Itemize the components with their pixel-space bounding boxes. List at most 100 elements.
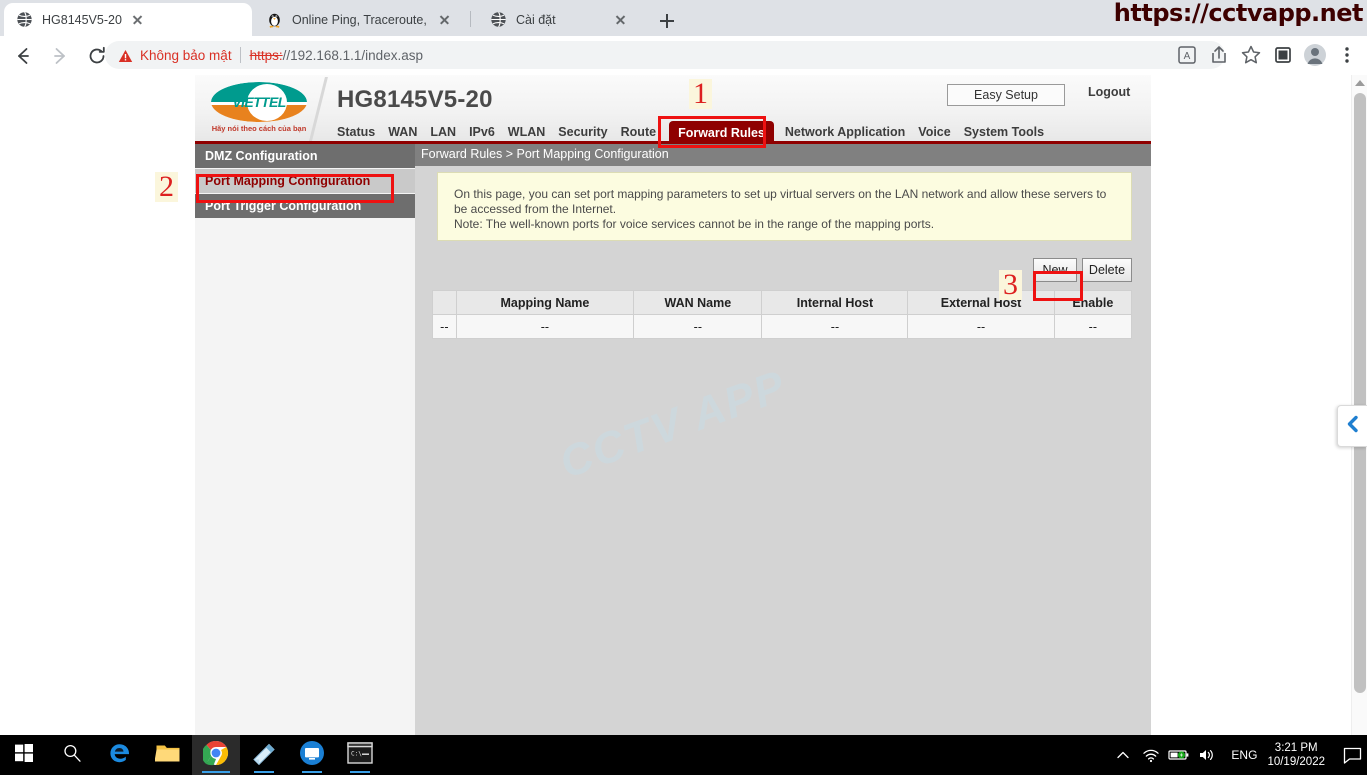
svg-text:A: A [1184,51,1191,62]
globe-icon [16,11,33,28]
browser-tab-1[interactable]: HG8145V5-20 [4,3,252,36]
annotation-box-1 [658,116,766,148]
battery-charging-icon[interactable] [1165,735,1193,775]
info-note-line1: On this page, you can set port mapping p… [454,187,1107,216]
nav-item-status[interactable]: Status [337,125,375,139]
annotation-box-3 [1033,271,1083,301]
table-cell-external-host: -- [907,314,1055,339]
table-row[interactable]: -- -- -- -- -- -- [432,314,1133,339]
url-rest: //192.168.1.1/index.asp [282,47,423,63]
table-action-row: New Delete [437,258,1132,286]
nav-item-wlan[interactable]: WLAN [508,125,546,139]
table-header-row: Mapping Name WAN Name Internal Host Exte… [432,290,1133,315]
browser-chrome: HG8145V5-20 Online Ping, Traceroute, Cài… [0,0,1367,75]
file-explorer-button[interactable] [144,735,192,775]
close-icon[interactable] [436,11,453,28]
penguin-icon [266,11,283,28]
logo-oval-icon: VIETTEL [211,82,307,122]
annotation-number-2: 2 [155,172,178,202]
delete-button[interactable]: Delete [1082,258,1132,282]
table-cell-mapping-name: -- [455,314,635,339]
nav-item-wan[interactable]: WAN [388,125,417,139]
close-icon[interactable] [129,11,146,28]
chrome-icon [201,740,229,771]
bookmark-star-icon[interactable] [1237,41,1265,69]
edge-button[interactable] [96,735,144,775]
folder-icon [154,741,181,770]
logout-button[interactable]: Logout [1088,85,1130,99]
browser-tab-3-close-area[interactable] [600,3,640,36]
port-mapping-table: Mapping Name WAN Name Internal Host Exte… [432,290,1133,339]
annotation-box-2 [196,174,394,203]
omnibox-divider [239,47,241,63]
search-button[interactable] [48,735,96,775]
sidebar-item-dmz-configuration[interactable]: DMZ Configuration [195,144,415,169]
clock-time: 3:21 PM [1274,742,1318,754]
remote-desktop-button[interactable] [288,735,336,775]
nav-item-lan[interactable]: LAN [430,125,456,139]
page-right-gutter [1151,75,1351,735]
nav-item-voice[interactable]: Voice [918,125,950,139]
browser-tab-3[interactable]: Cài đặt [478,3,598,36]
browser-tab-3-title: Cài đặt [516,12,556,27]
profile-avatar-icon[interactable] [1301,41,1329,69]
breadcrumb: Forward Rules > Port Mapping Configurati… [421,147,669,161]
browser-toolbar: Không bảo mật https://192.168.1.1/index.… [0,36,1367,75]
annotation-number-3: 3 [999,270,1022,300]
notification-icon[interactable] [1337,735,1367,775]
router-sidebar: DMZ Configuration Port Mapping Configura… [195,144,415,735]
browser-tab-1-title: HG8145V5-20 [42,12,122,27]
edge-icon [107,740,133,771]
scrollbar-thumb[interactable] [1354,93,1366,693]
chevron-up-icon[interactable] [1109,735,1137,775]
language-indicator[interactable]: ENG [1231,748,1257,762]
monitor-circle-icon [299,740,325,771]
chrome-button[interactable] [192,735,240,775]
nav-item-system-tools[interactable]: System Tools [964,125,1044,139]
browser-tab-2[interactable]: Online Ping, Traceroute, DNS loo [254,3,466,36]
table-header-wan-name: WAN Name [633,290,763,315]
new-tab-button[interactable] [655,9,679,33]
address-bar[interactable]: Không bảo mật https://192.168.1.1/index.… [105,41,1225,69]
tab-divider [470,11,471,27]
table-cell-internal-host: -- [761,314,909,339]
logo-wordmark: VIETTEL [232,94,286,110]
table-cell-select[interactable]: -- [432,314,457,339]
clock[interactable]: 3:21 PM 10/19/2022 [1267,741,1325,769]
url-scheme: https: [249,47,283,63]
scroll-up-arrow-icon[interactable] [1355,80,1365,86]
nav-item-ipv6[interactable]: IPv6 [469,125,495,139]
editor-button[interactable] [240,735,288,775]
search-icon [62,743,82,768]
screenshot-root: HG8145V5-20 Online Ping, Traceroute, Cài… [0,0,1367,775]
speaker-icon[interactable] [1193,735,1221,775]
translate-icon[interactable]: A [1173,41,1201,69]
terminal-button[interactable]: C:\ [336,735,384,775]
chrome-menu-icon[interactable] [1333,41,1361,69]
share-icon[interactable] [1205,41,1233,69]
clock-date: 10/19/2022 [1267,756,1325,768]
start-button[interactable] [0,735,48,775]
svg-text:C:\: C:\ [351,750,362,757]
url-watermark: https://cctvapp.net [1113,0,1364,27]
side-panel-icon[interactable] [1269,41,1297,69]
forward-arrow-icon [46,42,74,70]
windows-taskbar: C:\ ENG 3:21 PM 10/19/2022 [0,735,1367,775]
back-arrow-icon[interactable] [9,42,37,70]
browser-tab-2-title: Online Ping, Traceroute, DNS loo [292,12,429,27]
globe-icon [490,11,507,28]
url-text: https://192.168.1.1/index.asp [250,48,423,63]
close-icon[interactable] [612,11,629,28]
nav-item-route[interactable]: Route [621,125,656,139]
system-tray: ENG 3:21 PM 10/19/2022 [1109,735,1367,775]
notepad-icon [251,741,277,770]
nav-item-security[interactable]: Security [558,125,607,139]
easy-setup-button[interactable]: Easy Setup [947,84,1065,106]
page-title: HG8145V5-20 [337,86,493,113]
table-cell-wan-name: -- [633,314,763,339]
nav-item-network-application[interactable]: Network Application [785,125,905,139]
not-secure-warning-icon[interactable] [118,49,133,62]
side-panel-toggle[interactable] [1337,405,1367,447]
wifi-icon[interactable] [1137,735,1165,775]
table-header-mapping-name: Mapping Name [455,290,635,315]
